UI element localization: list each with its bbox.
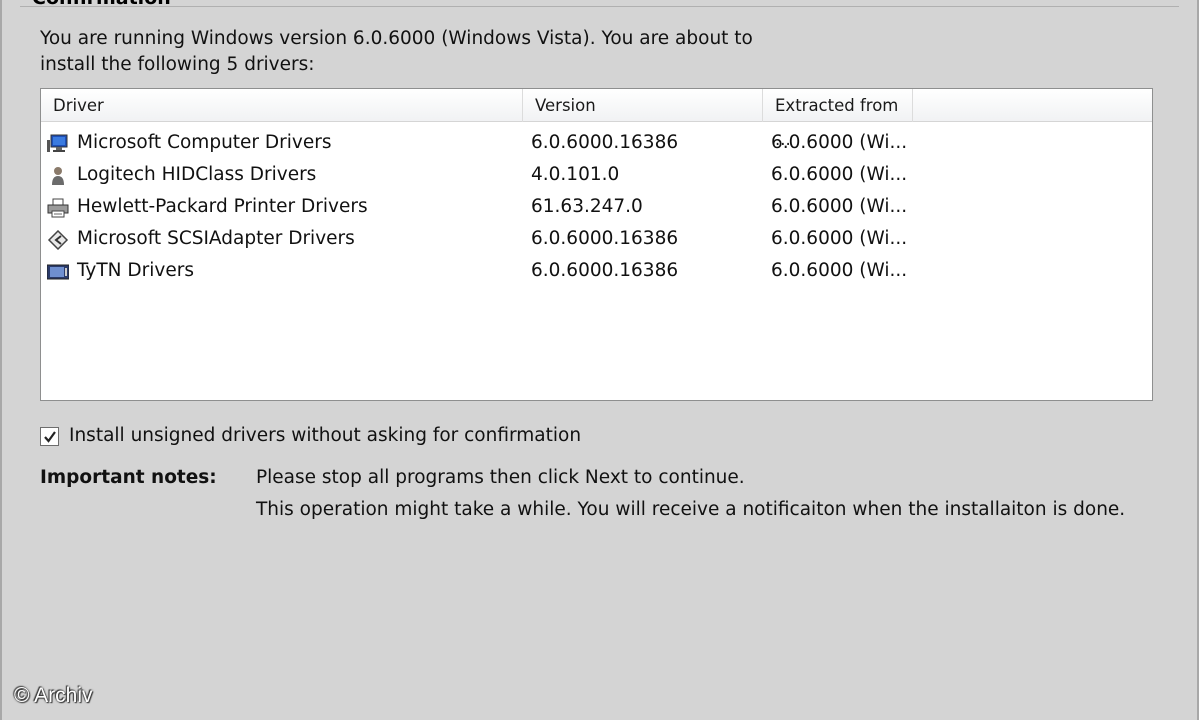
driver-extracted-from: 6.0.6000 (Wi... (771, 228, 908, 249)
column-header-driver[interactable]: Driver (41, 89, 523, 122)
column-header-extracted-from[interactable]: Extracted from ... (763, 89, 913, 149)
person-icon (47, 165, 69, 185)
driver-name: Microsoft Computer Drivers (77, 132, 332, 153)
note-line-2: This operation might take a while. You w… (256, 499, 1126, 520)
device-icon (46, 261, 70, 281)
driver-name: TyTN Drivers (77, 260, 194, 281)
driver-list[interactable]: Driver Version Extracted from ... Micros… (40, 88, 1153, 401)
printer-icon (47, 197, 69, 218)
note-line-1: Please stop all programs then click Next… (256, 467, 745, 488)
install-unsigned-label[interactable]: Install unsigned drivers without asking … (69, 424, 581, 448)
important-notes-label: Important notes: (40, 467, 217, 488)
driver-version: 6.0.6000.16386 (531, 228, 679, 249)
install-unsigned-checkbox[interactable] (40, 427, 59, 446)
section-title: Confirmation (32, 0, 171, 8)
driver-version: 4.0.101.0 (531, 164, 620, 185)
scsi-adapter-icon (47, 229, 69, 251)
list-rows: Microsoft Computer Drivers 6.0.6000.1638… (41, 127, 1152, 287)
table-row[interactable]: TyTN Drivers 6.0.6000.16386 6.0.6000 (Wi… (41, 255, 1152, 287)
column-header-version[interactable]: Version (523, 89, 763, 122)
checkmark-icon (44, 431, 56, 443)
driver-extracted-from: 6.0.6000 (Wi... (771, 260, 908, 281)
group-box-border (20, 6, 1179, 7)
driver-extracted-from: 6.0.6000 (Wi... (771, 164, 908, 185)
table-row[interactable]: Microsoft SCSIAdapter Drivers 6.0.6000.1… (41, 223, 1152, 255)
driver-version: 6.0.6000.16386 (531, 260, 679, 281)
driver-name: Microsoft SCSIAdapter Drivers (77, 228, 355, 249)
driver-extracted-from: 6.0.6000 (Wi... (771, 196, 908, 217)
dialog-frame: Confirmation You are running Windows ver… (0, 0, 1199, 720)
intro-text: You are running Windows version 6.0.6000… (40, 26, 800, 78)
computer-monitor-icon (47, 133, 69, 153)
intro-line-1: You are running Windows version 6.0.6000… (40, 28, 753, 49)
table-row[interactable]: Hewlett-Packard Printer Drivers 61.63.24… (41, 191, 1152, 223)
copyright-watermark: © Archiv (14, 684, 93, 707)
driver-name: Hewlett-Packard Printer Drivers (77, 196, 368, 217)
driver-version: 61.63.247.0 (531, 196, 643, 217)
list-header: Driver Version Extracted from ... (41, 89, 1152, 149)
table-row[interactable]: Microsoft Computer Drivers 6.0.6000.1638… (41, 127, 1152, 159)
driver-extracted-from: 6.0.6000 (Wi... (771, 132, 908, 153)
driver-name: Logitech HIDClass Drivers (77, 164, 317, 185)
driver-version: 6.0.6000.16386 (531, 132, 679, 153)
intro-line-2: install the following 5 drivers: (40, 54, 315, 75)
table-row[interactable]: Logitech HIDClass Drivers 4.0.101.0 6.0.… (41, 159, 1152, 191)
